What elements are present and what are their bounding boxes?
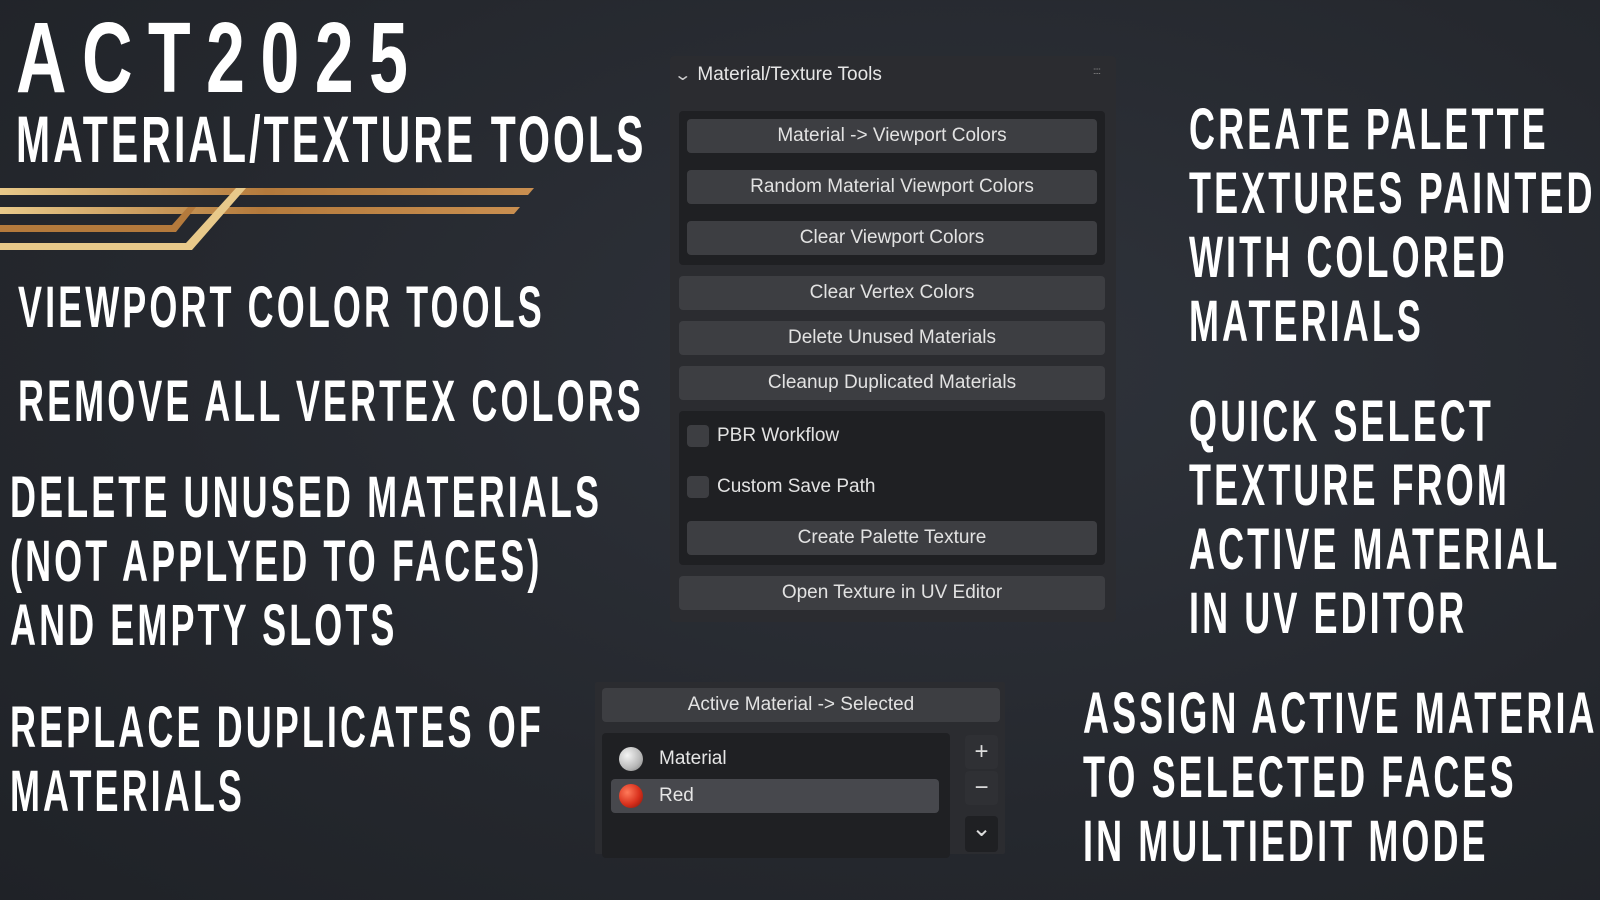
- remove-slot-button[interactable]: −: [965, 771, 998, 805]
- add-slot-button[interactable]: +: [965, 735, 998, 769]
- panel-header[interactable]: ⌄ Material/Texture Tools: [673, 64, 882, 86]
- checkbox-box[interactable]: [687, 476, 709, 498]
- feature-palette: MATERIALS: [1189, 289, 1424, 354]
- active-material-to-selected-button[interactable]: Active Material -> Selected: [602, 688, 1000, 722]
- feature-assign-material: IN MULTIEDIT MODE: [1083, 809, 1489, 874]
- random-viewport-colors-button[interactable]: Random Material Viewport Colors: [687, 170, 1097, 204]
- drag-handle-icon[interactable]: ::::: [1093, 66, 1101, 77]
- clear-vertex-colors-button[interactable]: Clear Vertex Colors: [679, 276, 1105, 310]
- feature-assign-material: ASSIGN ACTIVE MATERIAL: [1083, 681, 1600, 746]
- feature-delete-unused: DELETE UNUSED MATERIALS: [10, 465, 603, 530]
- material-slot-item[interactable]: Material: [611, 742, 939, 776]
- feature-palette: CREATE PALETTE: [1189, 97, 1549, 162]
- product-title: MATERIAL/TEXTURE TOOLS: [16, 102, 647, 176]
- checkbox-label: Custom Save Path: [717, 476, 876, 497]
- feature-quick-select: QUICK SELECT: [1189, 389, 1494, 454]
- material-slot-item-selected[interactable]: Red: [611, 779, 939, 813]
- material-texture-tools-panel: ⌄ Material/Texture Tools :::: Material -…: [670, 56, 1116, 622]
- checkbox-box[interactable]: [687, 425, 709, 447]
- material-slots-panel: Active Material -> Selected Material Red…: [595, 682, 1005, 858]
- delete-unused-materials-button[interactable]: Delete Unused Materials: [679, 321, 1105, 355]
- pbr-workflow-checkbox[interactable]: PBR Workflow: [687, 425, 839, 447]
- open-texture-uv-editor-button[interactable]: Open Texture in UV Editor: [679, 576, 1105, 610]
- feature-remove-vertex-colors: REMOVE ALL VERTEX COLORS: [18, 369, 644, 434]
- feature-quick-select: IN UV EDITOR: [1189, 581, 1468, 646]
- material-sphere-icon: [619, 784, 643, 808]
- feature-viewport-colors: VIEWPORT COLOR TOOLS: [18, 275, 545, 340]
- feature-assign-material: TO SELECTED FACES: [1083, 745, 1517, 810]
- feature-palette: WITH COLORED: [1189, 225, 1508, 290]
- checkbox-label: PBR Workflow: [717, 425, 840, 446]
- brand-title: ACT2025: [16, 2, 424, 114]
- feature-delete-unused: (NOT APPLYED TO FACES): [10, 529, 543, 594]
- slot-name: Material: [659, 748, 727, 769]
- slot-name: Red: [659, 785, 694, 806]
- custom-save-path-checkbox[interactable]: Custom Save Path: [687, 476, 875, 498]
- panel-title: Material/Texture Tools: [697, 64, 882, 85]
- feature-replace-duplicates: REPLACE DUPLICATES OF: [10, 695, 544, 760]
- cleanup-duplicated-materials-button[interactable]: Cleanup Duplicated Materials: [679, 366, 1105, 400]
- feature-delete-unused: AND EMPTY SLOTS: [10, 593, 398, 658]
- material-sphere-icon: [619, 747, 643, 771]
- feature-palette: TEXTURES PAINTED: [1189, 161, 1596, 226]
- chevron-down-icon: ⌄: [673, 67, 693, 84]
- feature-replace-duplicates: MATERIALS: [10, 759, 245, 824]
- gold-lines-decoration: [0, 188, 534, 250]
- feature-quick-select: ACTIVE MATERIAL: [1189, 517, 1561, 582]
- feature-quick-select: TEXTURE FROM: [1189, 453, 1510, 518]
- material-to-viewport-colors-button[interactable]: Material -> Viewport Colors: [687, 119, 1097, 153]
- slot-menu-button[interactable]: ⌄: [965, 816, 998, 852]
- create-palette-texture-button[interactable]: Create Palette Texture: [687, 521, 1097, 555]
- clear-viewport-colors-button[interactable]: Clear Viewport Colors: [687, 221, 1097, 255]
